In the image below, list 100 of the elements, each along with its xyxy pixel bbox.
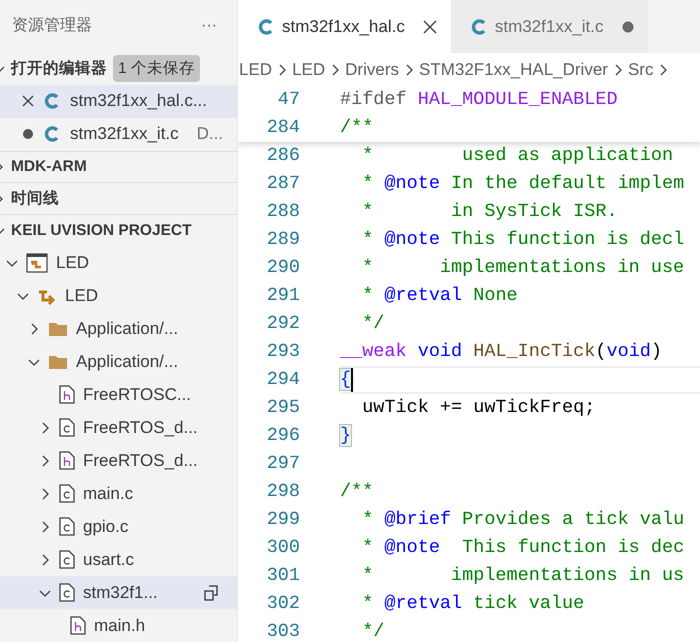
breadcrumb-item[interactable]: Drivers bbox=[345, 56, 399, 82]
section-title: 时间线 bbox=[11, 189, 59, 210]
tree-item[interactable]: LED bbox=[0, 279, 237, 312]
c-file-icon bbox=[59, 418, 75, 437]
tree-item[interactable]: main.c bbox=[0, 477, 237, 510]
line-number: 296 bbox=[266, 424, 300, 448]
breadcrumb-item[interactable]: STM32F1xx_HAL_Driver bbox=[419, 56, 608, 82]
text-cursor bbox=[351, 368, 354, 392]
tree-item-label: Application/... bbox=[76, 318, 178, 340]
section-header[interactable]: 打开的编辑器 1 个未保存 bbox=[0, 52, 237, 85]
project-icon bbox=[26, 252, 48, 272]
tree-item[interactable]: usart.c bbox=[0, 543, 237, 576]
c-file-icon bbox=[59, 484, 75, 503]
c-file-icon bbox=[59, 550, 75, 569]
sidebar-title: 资源管理器 bbox=[12, 16, 92, 36]
code-line: __weak void HAL_IncTick(void) bbox=[340, 340, 662, 364]
line-number: 288 bbox=[266, 200, 300, 224]
tree-item[interactable]: stm32f1... bbox=[0, 576, 237, 609]
tree-item-label: LED bbox=[65, 284, 98, 307]
code-line: */ bbox=[361, 620, 384, 642]
code-line: * @note This function is dec bbox=[361, 536, 684, 560]
editor-tab[interactable]: stm32f1xx_it.c bbox=[450, 0, 648, 53]
code-line: * @brief Provides a tick valu bbox=[361, 508, 684, 532]
tree-item-label: FreeRTOS_d... bbox=[83, 416, 198, 439]
section-title: KEIL UVISION PROJECT bbox=[11, 220, 192, 241]
tree-item-label: main.c bbox=[83, 482, 134, 505]
close-icon bbox=[422, 20, 437, 34]
tree-item-label: main.h bbox=[94, 614, 146, 637]
line-number: 299 bbox=[266, 508, 300, 532]
breadcrumb-item[interactable]: LED bbox=[292, 56, 326, 82]
code-line: * in SysTick ISR. bbox=[361, 200, 618, 224]
line-number: 287 bbox=[266, 172, 300, 196]
c-file-icon bbox=[59, 517, 75, 536]
section-title: MDK-ARM bbox=[11, 157, 87, 178]
close-icon bbox=[22, 95, 34, 108]
tree-item[interactable]: FreeRTOS_d... bbox=[0, 444, 237, 477]
section-header[interactable]: MDK-ARM bbox=[0, 150, 237, 182]
c-language-icon bbox=[44, 92, 60, 110]
more-actions-button[interactable]: ··· bbox=[201, 14, 217, 38]
line-number: 302 bbox=[266, 592, 300, 616]
breadcrumb-item[interactable]: Src bbox=[628, 56, 654, 82]
tree-item[interactable]: FreeRTOS_d... bbox=[0, 411, 237, 444]
file-name: stm32f1xx_hal.c... bbox=[70, 90, 208, 112]
code-line: * @note This function is decl bbox=[361, 228, 684, 252]
editor-tab[interactable]: stm32f1xx_hal.c bbox=[238, 0, 451, 53]
code-line: * used as application bbox=[361, 144, 674, 168]
tree-item-label: LED bbox=[56, 252, 90, 274]
line-number: 294 bbox=[266, 368, 300, 392]
line-number: 284 bbox=[266, 116, 300, 140]
line-number: 47 bbox=[276, 88, 300, 112]
folder-icon bbox=[48, 320, 68, 336]
line-number: 300 bbox=[266, 536, 300, 560]
breadcrumb-item[interactable]: LED bbox=[239, 56, 272, 82]
line-number: 292 bbox=[266, 312, 300, 336]
open-editor-item[interactable]: stm32f1xx_hal.c... bbox=[0, 84, 237, 118]
line-number: 291 bbox=[266, 284, 300, 308]
file-name: stm32f1xx_it.c bbox=[70, 123, 179, 146]
tree-item[interactable]: Application/... bbox=[0, 312, 237, 345]
tree-item[interactable]: LED bbox=[0, 246, 237, 279]
tree-item-label: Application/... bbox=[76, 350, 178, 373]
line-number: 293 bbox=[266, 340, 300, 364]
copy-icon bbox=[203, 584, 219, 600]
section-header[interactable]: KEIL UVISION PROJECT bbox=[0, 214, 237, 246]
line-number: 286 bbox=[266, 144, 300, 168]
folder-icon bbox=[48, 354, 68, 370]
code-line: #ifdef HAL_MODULE_ENABLED bbox=[340, 88, 618, 112]
header-file-icon bbox=[70, 616, 86, 635]
unsaved-badge: 1 个未保存 bbox=[113, 55, 200, 82]
code-line: /** bbox=[340, 480, 374, 504]
header-file-icon bbox=[59, 451, 75, 470]
tree-item-label: stm32f1... bbox=[83, 582, 158, 604]
tree-item[interactable]: main.h bbox=[0, 609, 237, 642]
section-header[interactable]: 时间线 bbox=[0, 182, 237, 214]
code-line: * implementations in use bbox=[361, 256, 684, 280]
code-line: * @retval tick value bbox=[361, 592, 584, 616]
code-line: * @note In the default implem bbox=[361, 172, 684, 196]
tree-item-label: FreeRTOS_d... bbox=[83, 450, 198, 472]
tree-item[interactable]: Application/... bbox=[0, 345, 237, 378]
open-editor-item[interactable]: stm32f1xx_it.c D... bbox=[0, 118, 237, 151]
c-file-icon bbox=[59, 583, 75, 602]
line-number: 303 bbox=[266, 620, 300, 642]
c-language-icon bbox=[258, 18, 274, 36]
tree-item-label: FreeRTOSC... bbox=[83, 384, 192, 406]
unsaved-dot-icon bbox=[22, 128, 34, 140]
line-number: 301 bbox=[266, 564, 300, 588]
code-line: /** bbox=[340, 116, 374, 140]
code-line: * @retval None bbox=[361, 284, 518, 308]
code-line: * implementations in us bbox=[361, 564, 684, 588]
line-number: 289 bbox=[266, 228, 300, 252]
header-file-icon bbox=[59, 385, 75, 404]
line-number: 297 bbox=[266, 452, 300, 476]
code-line: uwTick += uwTickFreq; bbox=[361, 396, 596, 420]
c-language-icon bbox=[44, 125, 60, 144]
line-number: 290 bbox=[266, 256, 300, 280]
code-line: */ bbox=[361, 312, 384, 336]
unsaved-dot-icon bbox=[622, 20, 634, 32]
tree-item[interactable]: FreeRTOSC... bbox=[0, 378, 237, 411]
tree-item[interactable]: gpio.c bbox=[0, 510, 237, 543]
tree-item-label: gpio.c bbox=[83, 516, 128, 538]
line-number: 295 bbox=[266, 396, 300, 420]
